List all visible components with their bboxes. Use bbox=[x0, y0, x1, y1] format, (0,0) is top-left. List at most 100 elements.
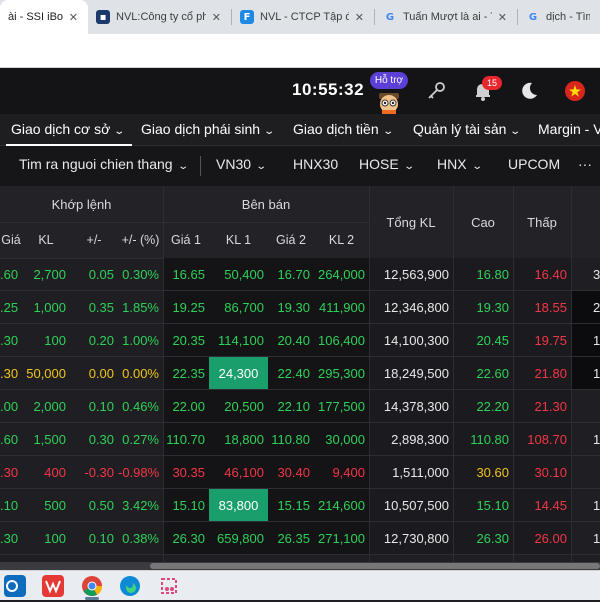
cell-volume: 1,500 bbox=[33, 432, 66, 447]
menu-label: Quản lý tài sản bbox=[413, 121, 507, 137]
chevron-down-icon: ⌄ bbox=[255, 161, 268, 172]
header-low: Thấp bbox=[527, 214, 557, 230]
more-icon[interactable]: ··· bbox=[578, 156, 592, 172]
table-row[interactable]: .30 100 0.20 1.00% 20.35 114,100 20.40 106,400 1… bbox=[0, 324, 600, 357]
tab-label: HOSE bbox=[359, 156, 399, 172]
menu-label: Margin - V bbox=[538, 121, 600, 137]
table-row[interactable]: .30 100 0.10 0.38% 26.30 659,800 26.35 271,100 1… bbox=[0, 522, 600, 555]
fireant-icon: F bbox=[240, 10, 254, 24]
divider bbox=[0, 554, 600, 555]
snipping-tool-icon[interactable] bbox=[158, 575, 180, 597]
cell-price: .60 bbox=[0, 267, 19, 282]
tab-upcom[interactable]: UPCOM bbox=[508, 156, 560, 172]
cell-change: 0.10 bbox=[88, 399, 114, 414]
cell-high: 20.45 bbox=[453, 324, 513, 357]
cell-price: .30 bbox=[0, 333, 19, 348]
tab-hose[interactable]: HOSE ⌄ bbox=[359, 156, 415, 172]
divider bbox=[163, 186, 164, 562]
cell-next: 2 bbox=[571, 291, 600, 324]
menu-cash[interactable]: Giao dịch tiền ⌄ bbox=[293, 121, 394, 137]
cell-change: 0.35 bbox=[88, 300, 114, 315]
google-icon: G bbox=[528, 11, 538, 23]
cell-high: 110.80 bbox=[453, 423, 513, 456]
close-icon[interactable]: ✕ bbox=[212, 11, 221, 24]
tab-hnx[interactable]: HNX ⌄ bbox=[437, 156, 483, 172]
header-price: Giá bbox=[1, 233, 21, 247]
cell-high: 16.80 bbox=[453, 258, 513, 291]
edge-icon[interactable] bbox=[119, 575, 141, 597]
scrollbar-thumb[interactable] bbox=[150, 563, 600, 569]
cell-change: -0.30 bbox=[84, 465, 114, 480]
browser-tab-strip: ài - SSI iBoard ✕ ▪ NVL:Công ty cổ phần … bbox=[0, 0, 600, 34]
tab-title: ài - SSI iBoard bbox=[8, 11, 63, 23]
cell-ask-vol-1: 659,800 bbox=[209, 522, 268, 555]
table-row[interactable]: .30 400 -0.30 -0.98% 30.35 46,100 30.40 9,400 1,… bbox=[0, 456, 600, 489]
cell-ask-price-2: 30.40 bbox=[268, 456, 314, 489]
table-row[interactable]: .10 500 0.50 3.42% 15.10 83,800 15.15 214,600 10… bbox=[0, 489, 600, 522]
cell-high: 19.30 bbox=[453, 291, 513, 324]
wps-office-icon[interactable] bbox=[42, 575, 64, 597]
cell-next: 1 bbox=[571, 489, 600, 522]
watchlist-selector[interactable]: Tim ra nguoi chien thang ⌄ bbox=[19, 156, 189, 172]
cell-price: .30 bbox=[0, 531, 19, 546]
cell-low: 21.30 bbox=[513, 390, 571, 423]
close-icon[interactable]: ✕ bbox=[355, 11, 364, 24]
browser-address-bar[interactable] bbox=[0, 34, 600, 68]
header-total-volume: Tổng KL bbox=[386, 214, 436, 230]
cell-ask-price-1: 110.70 bbox=[163, 423, 209, 456]
outlook-icon[interactable] bbox=[4, 575, 26, 597]
tab-title: NVL - CTCP Tập đoàn bbox=[260, 11, 349, 23]
cell-ask-price-2: 110.80 bbox=[268, 423, 314, 456]
cell-ask-vol-2: 264,000 bbox=[314, 258, 369, 291]
support-label: Hỗ trợ bbox=[370, 72, 408, 89]
tab-hnx30[interactable]: HNX30 bbox=[293, 156, 338, 172]
cell-total-volume: 1,511,000 bbox=[369, 456, 453, 489]
table-row[interactable]: .30 50,000 0.00 0.00% 22.35 24,300 22.40 295,30… bbox=[0, 357, 600, 390]
divider bbox=[200, 156, 201, 176]
market-sub-menu: Tim ra nguoi chien thang ⌄ VN30 ⌄ HNX30 HO… bbox=[0, 146, 600, 186]
browser-tab[interactable]: F NVL - CTCP Tập đoàn ✕ bbox=[232, 0, 374, 34]
browser-tab[interactable]: G Tuấn Mượt là ai - Tìm ✕ bbox=[375, 0, 517, 34]
table-row[interactable]: .60 2,700 0.05 0.30% 16.65 50,400 16.70 264,000… bbox=[0, 258, 600, 291]
menu-margin[interactable]: Margin - V bbox=[538, 121, 600, 137]
tab-vn30[interactable]: VN30 ⌄ bbox=[216, 156, 268, 172]
chevron-down-icon: ⌄ bbox=[470, 161, 483, 172]
cell-ask-price-1: 22.00 bbox=[163, 390, 209, 423]
table-row[interactable]: .00 2,000 0.10 0.46% 22.00 20,500 22.10 177,500… bbox=[0, 390, 600, 423]
cell-low: 30.10 bbox=[513, 456, 571, 489]
menu-spot-trading[interactable]: Giao dịch cơ sở ⌄ bbox=[11, 121, 125, 137]
cell-ask-price-1: 16.65 bbox=[163, 258, 209, 291]
cell-change-pct: 1.00% bbox=[122, 333, 159, 348]
header-sell-side: Bên bán bbox=[241, 196, 291, 212]
cell-ask-price-1: 15.10 bbox=[163, 489, 209, 522]
browser-tab[interactable]: G dịch - Tìm trê bbox=[518, 0, 600, 34]
cell-low: 18.55 bbox=[513, 291, 571, 324]
cell-ask-price-1: 19.25 bbox=[163, 291, 209, 324]
horizontal-scrollbar[interactable] bbox=[0, 562, 600, 570]
close-icon[interactable]: ✕ bbox=[498, 11, 507, 24]
browser-tab[interactable]: ▪ NVL:Công ty cổ phần ✕ bbox=[88, 0, 231, 34]
cell-change-pct: 0.38% bbox=[122, 531, 159, 546]
cell-next: 1 bbox=[571, 357, 600, 390]
close-icon[interactable]: ✕ bbox=[69, 11, 78, 24]
cell-ask-price-2: 26.35 bbox=[268, 522, 314, 555]
chrome-icon[interactable] bbox=[81, 575, 103, 597]
cell-ask-vol-1: 114,100 bbox=[209, 324, 268, 357]
menu-derivatives[interactable]: Giao dịch phái sinh ⌄ bbox=[141, 121, 275, 137]
cell-high: 30.60 bbox=[453, 456, 513, 489]
cell-price: .25 bbox=[0, 300, 19, 315]
cell-low: 14.45 bbox=[513, 489, 571, 522]
tab-label: HNX bbox=[437, 156, 467, 172]
key-icon[interactable] bbox=[425, 80, 447, 102]
cell-ask-vol-1: 24,300 bbox=[209, 357, 268, 390]
tab-label: HNX30 bbox=[293, 156, 339, 172]
moon-icon[interactable] bbox=[518, 80, 540, 102]
cell-total-volume: 14,378,300 bbox=[369, 390, 453, 423]
menu-assets[interactable]: Quản lý tài sản ⌄ bbox=[413, 121, 521, 137]
browser-tab[interactable]: ài - SSI iBoard ✕ bbox=[0, 0, 88, 34]
cell-high: 26.30 bbox=[453, 522, 513, 555]
table-row[interactable]: .25 1,000 0.35 1.85% 19.25 86,700 19.30 411,900… bbox=[0, 291, 600, 324]
table-row[interactable]: .60 1,500 0.30 0.27% 110.70 18,800 110.80 30,00… bbox=[0, 423, 600, 456]
vietnam-flag-icon[interactable] bbox=[565, 81, 585, 101]
cell-volume: 1,000 bbox=[33, 300, 66, 315]
